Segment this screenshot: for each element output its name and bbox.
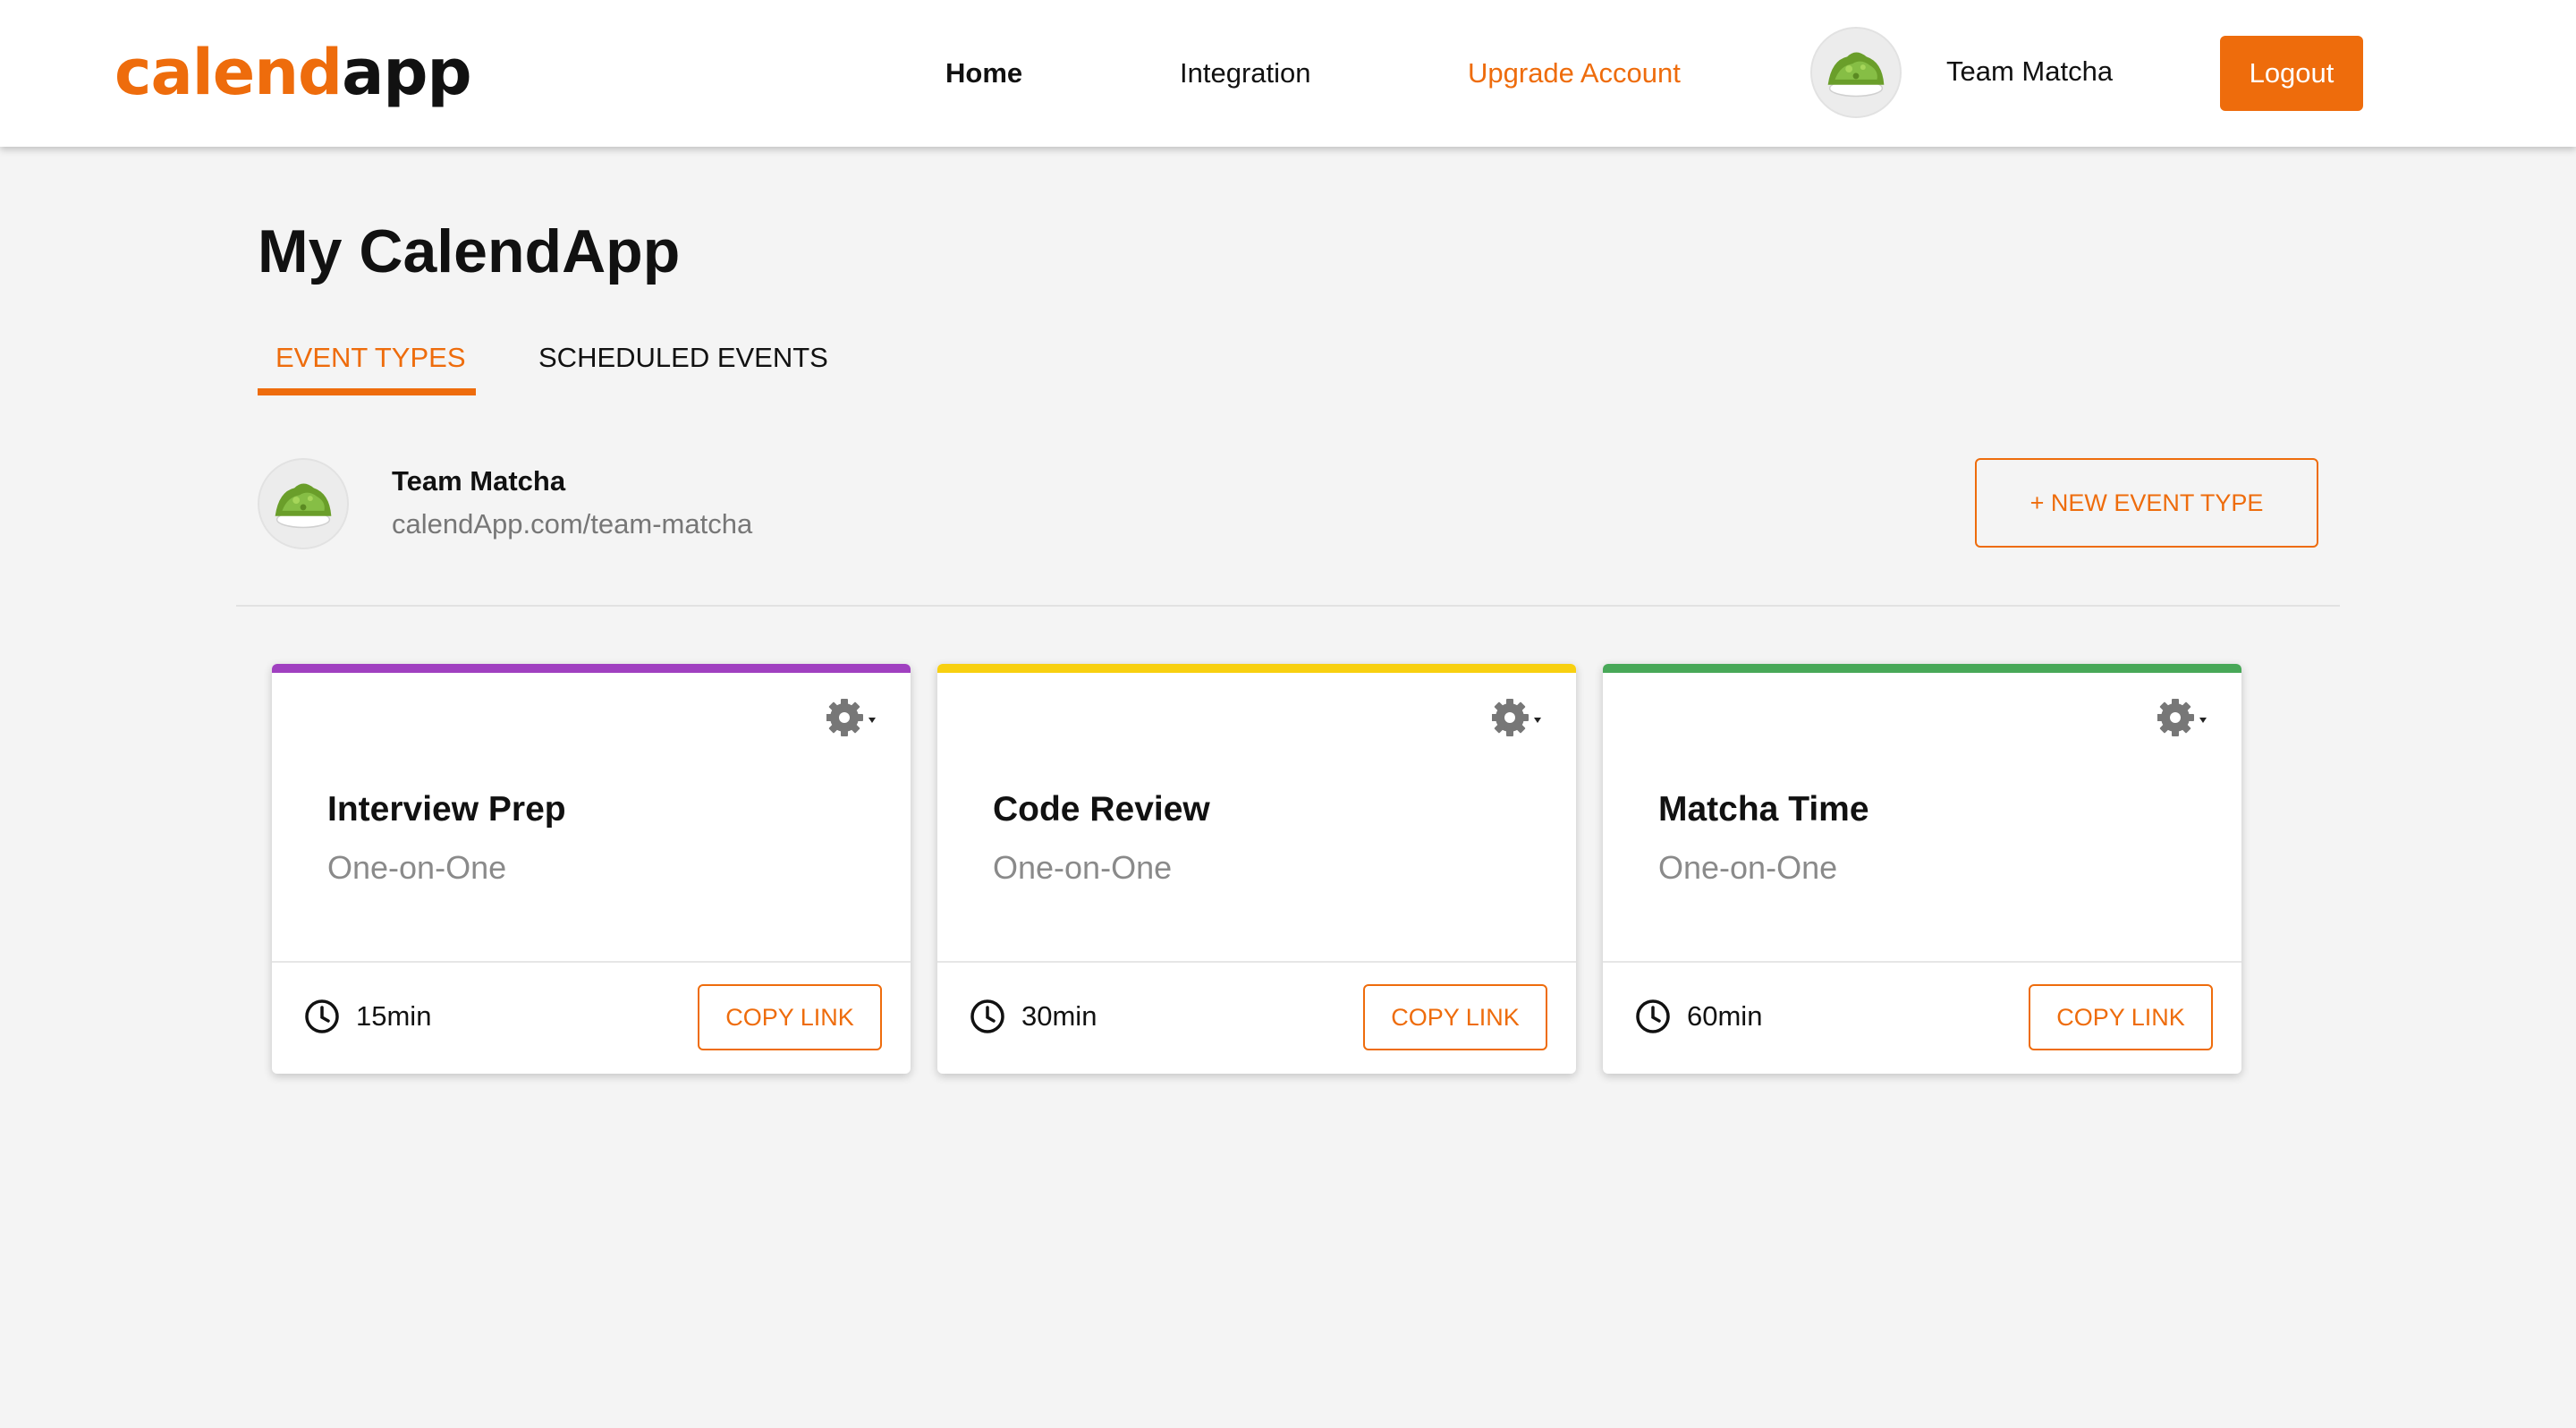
calendapp-logo[interactable]: calendapp (114, 32, 472, 113)
nav-home-link[interactable]: Home (945, 52, 1022, 95)
card-divider (937, 961, 1576, 963)
logo-part-calend: calend (114, 36, 343, 109)
card-duration: 15min (356, 1000, 432, 1032)
profile-name: Team Matcha (392, 465, 566, 497)
card-color-bar (1603, 664, 2241, 673)
nav-integration-link[interactable]: Integration (1180, 52, 1311, 95)
chevron-down-icon (1534, 718, 1541, 723)
user-avatar[interactable] (1810, 27, 1902, 118)
section-divider (236, 605, 2340, 607)
card-duration: 60min (1687, 1000, 1763, 1032)
page-title: My CalendApp (258, 217, 681, 285)
event-type-card: Code Review One-on-One 30min COPY LINK (937, 664, 1576, 1074)
profile-avatar (258, 458, 349, 549)
copy-link-button[interactable]: COPY LINK (2029, 984, 2213, 1050)
logout-button[interactable]: Logout (2220, 36, 2363, 111)
card-divider (272, 961, 911, 963)
card-title: Matcha Time (1658, 790, 1869, 829)
profile-link[interactable]: calendApp.com/team-matcha (392, 506, 752, 542)
top-navbar: calendapp Home Integration Upgrade Accou… (0, 0, 2576, 147)
tab-scheduled-events[interactable]: SCHEDULED EVENTS (538, 340, 828, 376)
chevron-down-icon (2199, 718, 2207, 723)
card-subtitle: One-on-One (993, 849, 1173, 886)
clock-icon (970, 999, 1004, 1033)
copy-link-button[interactable]: COPY LINK (1363, 984, 1547, 1050)
card-color-bar (272, 664, 911, 673)
clock-icon (1636, 999, 1670, 1033)
new-event-type-button[interactable]: + NEW EVENT TYPE (1975, 458, 2318, 548)
event-type-card: Matcha Time One-on-One 60min COPY LINK (1603, 664, 2241, 1074)
copy-link-button[interactable]: COPY LINK (698, 984, 882, 1050)
card-title: Code Review (993, 790, 1210, 829)
card-subtitle: One-on-One (1658, 849, 1838, 886)
matcha-bowl-avatar-icon (259, 460, 347, 548)
card-color-bar (937, 664, 1576, 673)
logo-part-app: app (342, 36, 471, 109)
matcha-bowl-avatar-icon (1812, 29, 1900, 116)
active-tab-indicator (258, 388, 476, 395)
gear-icon[interactable] (1492, 698, 1546, 739)
gear-icon[interactable] (2157, 698, 2211, 739)
event-type-card: Interview Prep One-on-One 15min COPY LIN… (272, 664, 911, 1074)
card-duration: 30min (1021, 1000, 1097, 1032)
clock-icon (305, 999, 339, 1033)
nav-upgrade-account-link[interactable]: Upgrade Account (1468, 52, 1681, 95)
nav-user-name: Team Matcha (1946, 55, 2114, 87)
card-subtitle: One-on-One (327, 849, 507, 886)
chevron-down-icon (869, 718, 876, 723)
card-divider (1603, 961, 2241, 963)
gear-icon[interactable] (826, 698, 880, 739)
card-title: Interview Prep (327, 790, 566, 829)
tab-event-types[interactable]: EVENT TYPES (275, 340, 466, 376)
